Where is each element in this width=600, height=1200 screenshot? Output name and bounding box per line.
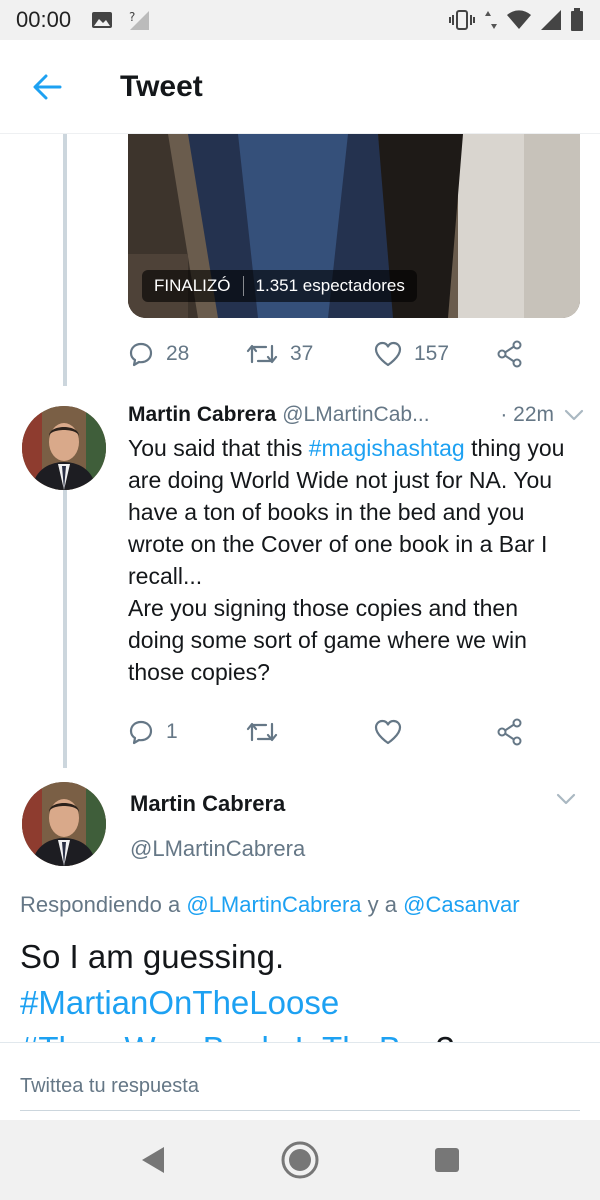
svg-text:?: ?: [129, 10, 135, 24]
reply-button[interactable]: 28: [128, 341, 246, 367]
heart-icon: [374, 341, 402, 367]
square-recents-icon: [434, 1148, 459, 1172]
tweet-text-part: Are you signing those copies and then do…: [128, 595, 527, 685]
replying-prefix: Respondiendo a: [20, 892, 187, 917]
tweet-header: Martin Cabrera @LMartinCab... · 22m: [128, 400, 588, 430]
reply-icon: [129, 720, 153, 745]
battery-icon: [571, 8, 583, 31]
author-handle[interactable]: @LMartinCabrera: [130, 836, 305, 862]
video-status: FINALIZÓ: [154, 276, 231, 295]
retweet-icon: [246, 344, 278, 364]
like-button[interactable]: [374, 719, 496, 745]
reply-icon: [129, 342, 153, 367]
nav-home-button[interactable]: [265, 1125, 335, 1195]
video-status-badge: FINALIZÓ 1.351 espectadores: [142, 270, 417, 302]
vibrate-icon: [449, 10, 475, 30]
chevron-down-icon: [564, 409, 584, 421]
reply-count: 28: [166, 342, 190, 365]
like-count: 157: [414, 342, 450, 365]
profile-photo: [22, 406, 106, 490]
reply-count: 1: [166, 720, 178, 743]
conversation[interactable]: FINALIZÓ 1.351 espectadores 28 37 157 Ma…: [0, 134, 600, 1042]
author-name[interactable]: Martin Cabrera: [130, 791, 285, 817]
triangle-back-icon: [142, 1147, 165, 1173]
thread-line-mid: [63, 478, 67, 768]
data-arrows-icon: [485, 11, 497, 29]
tweet-text: You said that this #magishashtag thing y…: [128, 432, 578, 688]
tweet-text-part: You said that this: [128, 435, 309, 461]
tweet-menu-button[interactable]: [556, 792, 576, 810]
app-bar: Tweet: [0, 40, 600, 134]
share-icon: [497, 340, 522, 368]
author-handle[interactable]: @LMartinCab...: [282, 403, 429, 427]
retweet-button[interactable]: [246, 720, 374, 744]
author-name[interactable]: Martin Cabrera: [128, 403, 276, 427]
retweet-button[interactable]: 37: [246, 342, 374, 366]
chevron-down-icon: [556, 793, 576, 805]
viewer-count: 1.351 espectadores: [255, 276, 405, 295]
profile-photo: [22, 782, 106, 866]
back-button[interactable]: [12, 52, 82, 122]
wifi-icon: [507, 10, 531, 29]
arrow-left-icon: [33, 74, 62, 99]
heart-icon: [374, 719, 402, 745]
share-icon: [497, 718, 522, 746]
nav-recents-button[interactable]: [412, 1125, 482, 1195]
reply-tweet-actions: 1: [128, 712, 528, 752]
avatar[interactable]: [22, 782, 106, 866]
status-time: 00:00: [16, 7, 72, 32]
share-button[interactable]: [496, 340, 524, 368]
mention-link[interactable]: @Casanvar: [403, 892, 520, 917]
main-tweet-text: So I am guessing. #MartianOnTheLoose #Th…: [20, 934, 590, 1042]
like-button[interactable]: 157: [374, 341, 496, 367]
previous-tweet-actions: 28 37 157: [128, 334, 528, 374]
replying-to: Respondiendo a @LMartinCabrera y a @Casa…: [20, 892, 520, 918]
reply-input[interactable]: [20, 1063, 580, 1111]
share-button[interactable]: [496, 718, 524, 746]
hashtag-link[interactable]: #MartianOnTheLoose: [20, 984, 339, 1021]
image-icon: [92, 12, 113, 28]
mention-link[interactable]: @LMartinCabrera: [186, 892, 361, 917]
page-title: Tweet: [120, 69, 203, 103]
timestamp: · 22m: [500, 403, 554, 426]
reply-composer: [0, 1042, 600, 1120]
tweet-text-part: ?: [436, 1030, 454, 1042]
tweet-text-part: So I am guessing.: [20, 938, 285, 975]
circle-home-icon: [281, 1141, 319, 1179]
hashtag-link[interactable]: #magishashtag: [309, 435, 465, 461]
tweet-menu-button[interactable]: [560, 409, 588, 421]
signal-icon: [541, 10, 561, 30]
replying-join: y a: [361, 892, 404, 917]
retweet-icon: [246, 722, 278, 742]
avatar[interactable]: [22, 406, 106, 490]
thread-line-top: [63, 134, 67, 386]
status-bar: 00:00 ?: [0, 0, 600, 40]
reply-button[interactable]: 1: [128, 719, 246, 745]
hashtag-link[interactable]: #ThereWereBooksInTheBox: [20, 1030, 436, 1042]
system-nav-bar: [0, 1120, 600, 1200]
retweet-count: 37: [290, 342, 314, 365]
nav-back-button[interactable]: [118, 1125, 188, 1195]
no-signal-icon: ?: [129, 10, 150, 30]
